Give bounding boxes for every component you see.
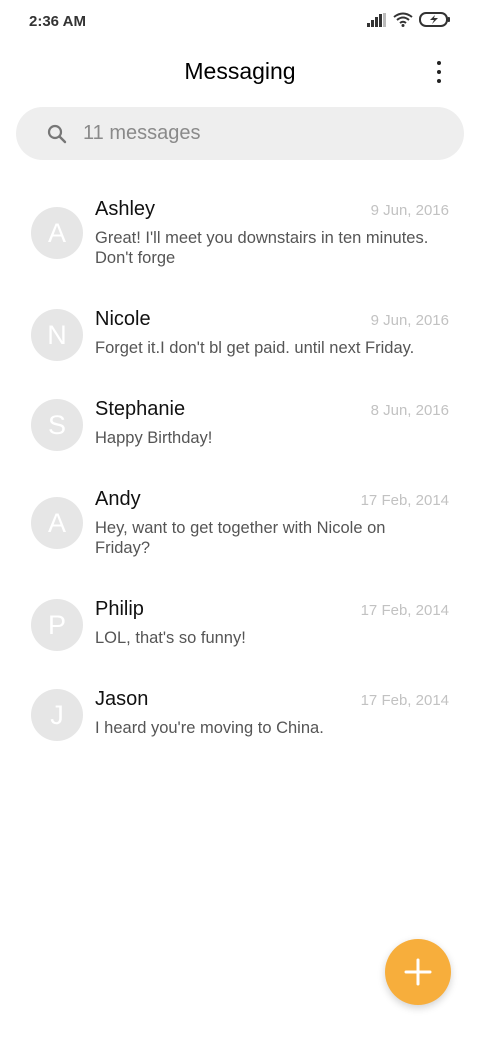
contact-name: Philip bbox=[95, 598, 144, 620]
app-bar: Messaging bbox=[0, 48, 480, 96]
avatar: J bbox=[31, 689, 83, 741]
message-snippet: Great! I'll meet you downstairs in ten m… bbox=[95, 229, 429, 267]
signal-icon bbox=[367, 12, 387, 27]
battery-charging-icon bbox=[419, 12, 451, 27]
message-date: 8 Jun, 2016 bbox=[370, 402, 449, 419]
message-snippet: Hey, want to get together with Nicole on… bbox=[95, 519, 386, 557]
conversation-item[interactable]: P Philip 17 Feb, 2014 LOL, that's so fun… bbox=[0, 580, 480, 670]
message-date: 9 Jun, 2016 bbox=[370, 202, 449, 219]
wifi-icon bbox=[393, 12, 413, 27]
search-icon bbox=[47, 124, 67, 144]
menu-dot bbox=[437, 61, 441, 65]
messaging-screen: 2:36 AM Messaging 11 messages A Ashley 9… bbox=[0, 0, 480, 1040]
message-date: 9 Jun, 2016 bbox=[370, 312, 449, 329]
new-message-button[interactable] bbox=[385, 939, 451, 1005]
conversation-item[interactable]: S Stephanie 8 Jun, 2016 Happy Birthday! bbox=[0, 380, 480, 470]
conversation-item[interactable]: J Jason 17 Feb, 2014 I heard you're movi… bbox=[0, 670, 480, 760]
contact-name: Nicole bbox=[95, 308, 151, 330]
conversation-list: A Ashley 9 Jun, 2016 Great! I'll meet yo… bbox=[0, 180, 480, 760]
menu-dot bbox=[437, 79, 441, 83]
conversation-item[interactable]: A Andy 17 Feb, 2014 Hey, want to get tog… bbox=[0, 470, 480, 580]
message-snippet: I heard you're moving to China. bbox=[95, 719, 324, 737]
message-date: 17 Feb, 2014 bbox=[360, 492, 449, 509]
message-date: 17 Feb, 2014 bbox=[360, 692, 449, 709]
avatar: S bbox=[31, 399, 83, 451]
message-snippet: Forget it.I don't bl get paid. until nex… bbox=[95, 339, 415, 357]
avatar: A bbox=[31, 497, 83, 549]
status-icons bbox=[367, 12, 451, 27]
more-vert-icon[interactable] bbox=[422, 58, 456, 86]
menu-dot bbox=[437, 70, 441, 74]
avatar: N bbox=[31, 309, 83, 361]
contact-name: Andy bbox=[95, 488, 141, 510]
search-input[interactable]: 11 messages bbox=[16, 107, 464, 160]
message-snippet: Happy Birthday! bbox=[95, 429, 213, 447]
status-time: 2:36 AM bbox=[29, 13, 86, 30]
conversation-item[interactable]: A Ashley 9 Jun, 2016 Great! I'll meet yo… bbox=[0, 180, 480, 290]
page-title: Messaging bbox=[184, 58, 296, 84]
conversation-item[interactable]: N Nicole 9 Jun, 2016 Forget it.I don't b… bbox=[0, 290, 480, 380]
message-date: 17 Feb, 2014 bbox=[360, 602, 449, 619]
status-bar: 2:36 AM bbox=[0, 0, 480, 44]
contact-name: Ashley bbox=[95, 198, 156, 220]
message-snippet: LOL, that's so funny! bbox=[95, 629, 246, 647]
search-placeholder: 11 messages bbox=[83, 122, 201, 144]
avatar: P bbox=[31, 599, 83, 651]
contact-name: Stephanie bbox=[95, 398, 186, 420]
plus-icon bbox=[404, 958, 432, 986]
avatar: A bbox=[31, 207, 83, 259]
contact-name: Jason bbox=[95, 688, 149, 710]
